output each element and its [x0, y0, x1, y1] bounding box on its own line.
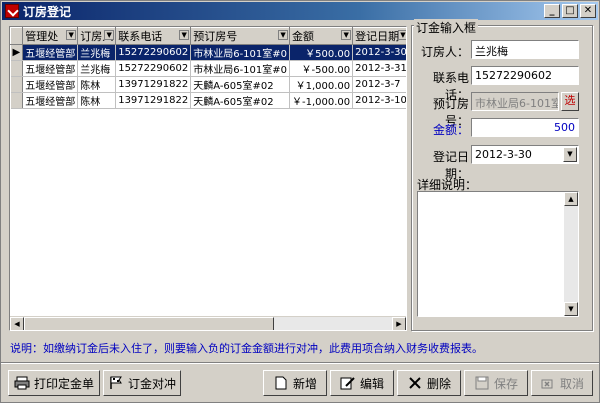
column-header-phone[interactable]: 联系电话 ▼: [115, 27, 192, 45]
maximize-button[interactable]: □: [562, 4, 578, 18]
table-row[interactable]: 五堰经管部 兰兆梅 15272290602 市林业局6-101室#0 ￥-500…: [10, 60, 406, 77]
date-value: 2012-3-30: [475, 148, 532, 161]
print-deposit-button[interactable]: 打印定金单: [8, 370, 100, 396]
cancel-icon: [541, 379, 553, 389]
booking-grid[interactable]: 管理处 ▼ 订房人 ▼ 联系电话 ▼ 预订房号 ▼ 金额 ▼ 登记日期 ▼ ▶ 五堰经管部 …: [9, 26, 407, 331]
phone-input[interactable]: 15272290602: [471, 66, 579, 85]
cell-date[interactable]: 2012-3-10: [352, 92, 406, 109]
column-header-person[interactable]: 订房人 ▼: [77, 27, 117, 45]
scroll-up-icon[interactable]: ▲: [564, 192, 578, 206]
date-combo[interactable]: 2012-3-30 ▼: [471, 145, 579, 164]
cell-room[interactable]: 天麟A-605室#02: [190, 92, 291, 109]
select-room-button[interactable]: 选: [561, 92, 579, 111]
cell-room[interactable]: 市林业局6-101室#0: [190, 44, 291, 61]
person-input[interactable]: 兰兆梅: [471, 40, 579, 59]
add-button[interactable]: 新增: [263, 370, 327, 396]
table-row[interactable]: 五堰经管部 陈林 13971291822 天麟A-605室#02 ￥1,000.…: [10, 76, 406, 93]
deposit-offset-button[interactable]: 订金对冲: [103, 370, 181, 396]
edit-icon: [340, 377, 355, 390]
row-indicator: [10, 76, 24, 93]
window-title: 订房登记: [23, 4, 72, 19]
dropdown-arrow-icon[interactable]: ▼: [341, 30, 352, 40]
scroll-left-icon[interactable]: ◀: [10, 317, 24, 330]
scroll-thumb[interactable]: [24, 317, 274, 330]
cell-person[interactable]: 兰兆梅: [77, 44, 117, 61]
cell-dept[interactable]: 五堰经管部: [22, 76, 79, 93]
cell-person[interactable]: 陈林: [77, 76, 117, 93]
title-bar: 订房登记 _ □ ✕: [2, 2, 598, 20]
scroll-down-icon[interactable]: ▼: [564, 302, 578, 316]
app-icon: [5, 4, 19, 18]
cell-amount[interactable]: ￥500.00: [289, 44, 354, 61]
column-header-amount[interactable]: 金额 ▼: [289, 27, 354, 45]
row-indicator: [10, 60, 24, 77]
delete-x-icon: [409, 377, 421, 389]
dropdown-arrow-icon[interactable]: ▼: [397, 30, 406, 40]
amount-label: 金额：: [432, 123, 469, 137]
note-text: 说明：如缴纳订金后未入住了，则要输入负的订金金额进行对冲，此费用项合纳入财务收费…: [10, 342, 483, 355]
column-header-date[interactable]: 登记日期 ▼: [352, 27, 406, 45]
group-title: 订金输入框: [414, 19, 479, 36]
divider: [1, 362, 599, 364]
cell-phone[interactable]: 15272290602: [115, 44, 192, 61]
cell-person[interactable]: 兰兆梅: [77, 60, 117, 77]
dropdown-arrow-icon[interactable]: ▼: [278, 30, 289, 40]
person-label: 订房人：: [420, 45, 469, 59]
cell-amount[interactable]: ￥1,000.00: [289, 76, 354, 93]
cell-room[interactable]: 市林业局6-101室#0: [190, 60, 291, 77]
cell-date[interactable]: 2012-3-30: [352, 44, 406, 61]
cell-dept[interactable]: 五堰经管部: [22, 92, 79, 109]
save-button[interactable]: 保存: [464, 370, 528, 396]
dropdown-arrow-icon[interactable]: ▼: [179, 30, 190, 40]
save-disk-icon: [475, 376, 489, 390]
table-row[interactable]: 五堰经管部 陈林 13971291822 天麟A-605室#02 ￥-1,000…: [10, 92, 406, 109]
cell-dept[interactable]: 五堰经管部: [22, 60, 79, 77]
current-row-icon: ▶: [10, 44, 24, 61]
vertical-scrollbar[interactable]: ▲ ▼: [564, 192, 578, 316]
cell-phone[interactable]: 13971291822: [115, 76, 192, 93]
scroll-right-icon[interactable]: ▶: [392, 317, 406, 330]
edit-button[interactable]: 编辑: [330, 370, 394, 396]
column-header-room[interactable]: 预订房号 ▼: [190, 27, 291, 45]
chevron-down-icon[interactable]: ▼: [563, 147, 577, 162]
cell-room[interactable]: 天麟A-605室#02: [190, 76, 291, 93]
column-header-dept[interactable]: 管理处 ▼: [22, 27, 79, 45]
cell-phone[interactable]: 13971291822: [115, 92, 192, 109]
row-indicator-header: [10, 27, 24, 45]
table-row[interactable]: ▶ 五堰经管部 兰兆梅 15272290602 市林业局6-101室#0 ￥50…: [10, 44, 406, 61]
printer-icon: [14, 376, 30, 390]
amount-input[interactable]: 500: [471, 118, 579, 137]
horizontal-scrollbar[interactable]: ◀ ▶: [10, 316, 406, 330]
room-input[interactable]: 市林业局6-101室: [471, 92, 559, 111]
cell-date[interactable]: 2012-3-31: [352, 60, 406, 77]
cell-dept[interactable]: 五堰经管部: [22, 44, 79, 61]
cell-amount[interactable]: ￥-1,000.00: [289, 92, 354, 109]
new-document-icon: [275, 376, 287, 390]
cancel-button[interactable]: 取消: [531, 370, 593, 396]
dropdown-arrow-icon[interactable]: ▼: [66, 30, 77, 40]
row-indicator: [10, 92, 24, 109]
minimize-button[interactable]: _: [544, 4, 560, 18]
cell-person[interactable]: 陈林: [77, 92, 117, 109]
app-window: 订房登记 _ □ ✕ 管理处 ▼ 订房人 ▼ 联系电话 ▼ 预订房号 ▼ 金额 …: [0, 0, 600, 403]
detail-textarea[interactable]: ▲ ▼: [417, 191, 579, 317]
flag-icon: [110, 376, 122, 389]
delete-button[interactable]: 删除: [397, 370, 461, 396]
cell-amount[interactable]: ￥-500.00: [289, 60, 354, 77]
close-button[interactable]: ✕: [580, 4, 596, 18]
dropdown-arrow-icon[interactable]: ▼: [104, 30, 115, 40]
cell-phone[interactable]: 15272290602: [115, 60, 192, 77]
cell-date[interactable]: 2012-3-7: [352, 76, 406, 93]
